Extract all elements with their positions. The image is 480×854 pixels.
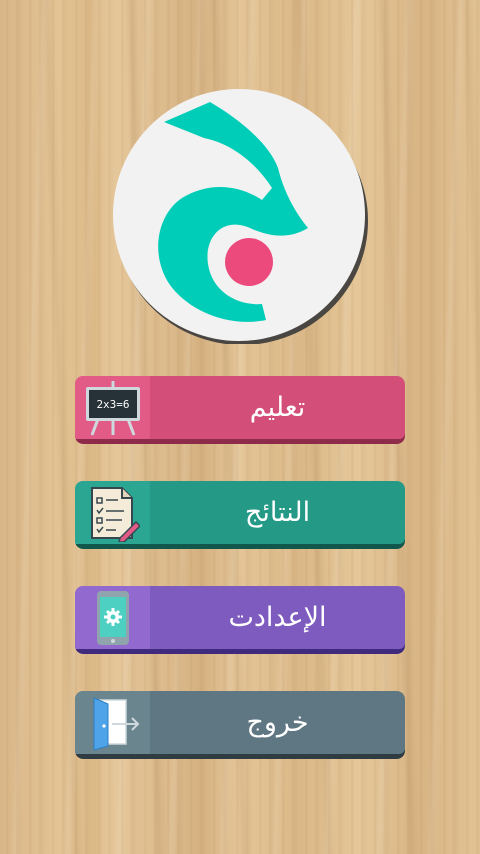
chalkboard-text: 2x3=6 (96, 398, 129, 411)
learn-button[interactable]: 2x3=6 تعليم (75, 376, 405, 444)
results-sheet-icon (90, 486, 140, 542)
settings-label: الإعدادت (228, 602, 327, 633)
settings-icon-panel (75, 586, 150, 649)
learn-icon-panel: 2x3=6 (75, 376, 150, 439)
settings-button[interactable]: الإعدادت (75, 586, 405, 654)
learn-label: تعليم (249, 392, 306, 423)
exit-door-icon (93, 696, 139, 751)
chalkboard-icon: 2x3=6 (85, 380, 140, 436)
phone-settings-icon (96, 590, 129, 645)
results-button[interactable]: النتائج (75, 481, 405, 549)
exit-button[interactable]: خروج (75, 691, 405, 759)
results-label: النتائج (244, 497, 311, 528)
exit-label: خروج (246, 707, 309, 738)
jeem-dot-icon (225, 238, 273, 286)
exit-icon-panel (75, 691, 150, 754)
app-logo (113, 89, 368, 344)
results-icon-panel (75, 481, 150, 544)
